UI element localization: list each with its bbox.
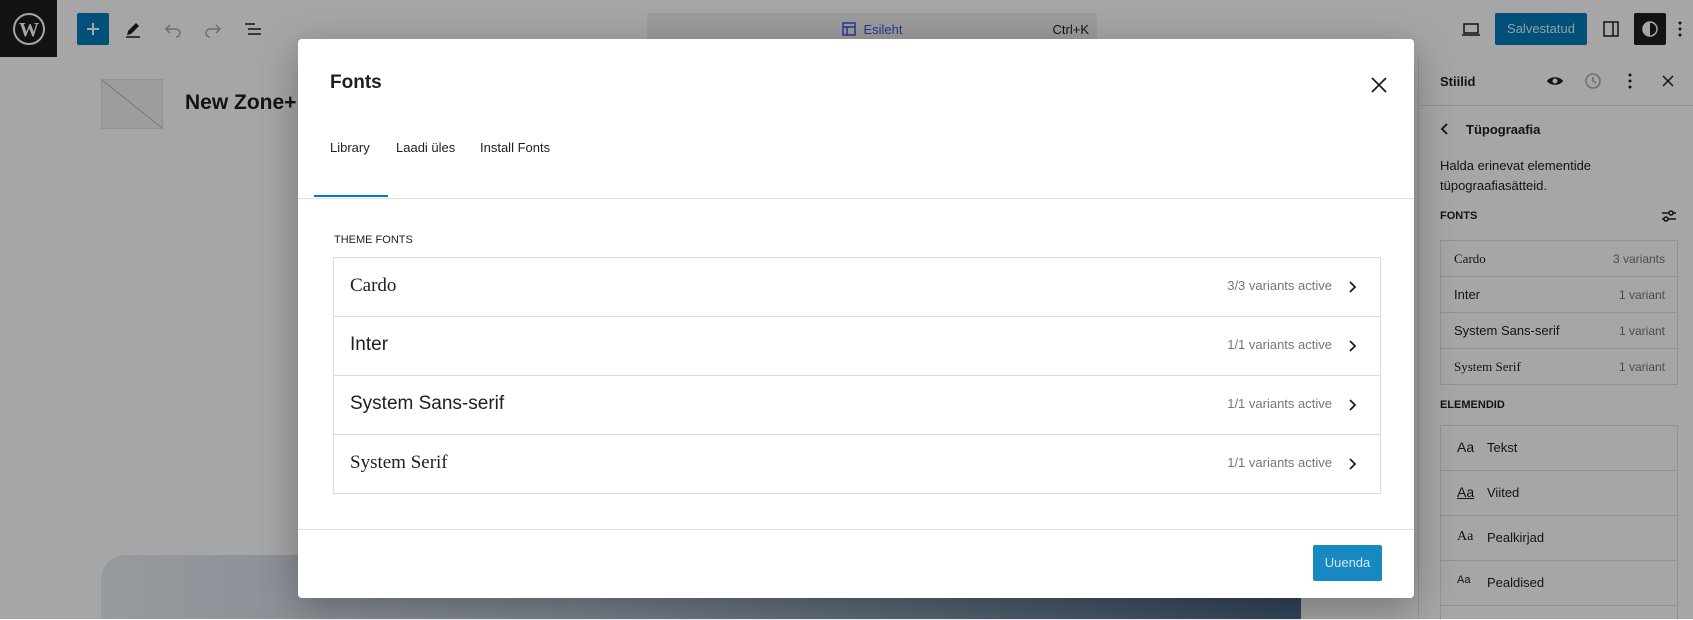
theme-fonts-label: THEME FONTS: [334, 234, 413, 246]
modal-title: Fonts: [330, 72, 382, 93]
font-name: System Sans-serif: [350, 393, 505, 414]
font-list-item[interactable]: Inter 1/1 variants active: [334, 317, 1380, 376]
font-name: Inter: [350, 334, 389, 355]
close-modal-button[interactable]: [1363, 69, 1395, 101]
tabs-divider: [298, 198, 1414, 199]
tab-upload[interactable]: Laadi üles: [380, 125, 471, 197]
font-name: Cardo: [350, 275, 397, 296]
fonts-modal: Fonts Library Laadi üles Install Fonts T…: [298, 39, 1414, 598]
font-list-item[interactable]: Cardo 3/3 variants active: [334, 258, 1380, 317]
font-list-item[interactable]: System Serif 1/1 variants active: [334, 435, 1380, 493]
close-icon: [1371, 77, 1387, 93]
theme-font-list: Cardo 3/3 variants active Inter 1/1 vari…: [333, 257, 1381, 494]
font-variants-status: 3/3 variants active: [1227, 278, 1332, 293]
font-variants-status: 1/1 variants active: [1227, 396, 1332, 411]
chevron-right-icon: [1342, 395, 1362, 415]
chevron-right-icon: [1342, 454, 1362, 474]
tab-library[interactable]: Library: [314, 125, 388, 197]
font-variants-status: 1/1 variants active: [1227, 455, 1332, 470]
font-name: System Serif: [350, 452, 448, 473]
font-list-item[interactable]: System Sans-serif 1/1 variants active: [334, 376, 1380, 435]
font-variants-status: 1/1 variants active: [1227, 337, 1332, 352]
chevron-right-icon: [1342, 277, 1362, 297]
chevron-right-icon: [1342, 336, 1362, 356]
tab-install-fonts[interactable]: Install Fonts: [464, 125, 566, 197]
footer-divider: [298, 529, 1414, 530]
update-button[interactable]: Uuenda: [1313, 545, 1382, 581]
